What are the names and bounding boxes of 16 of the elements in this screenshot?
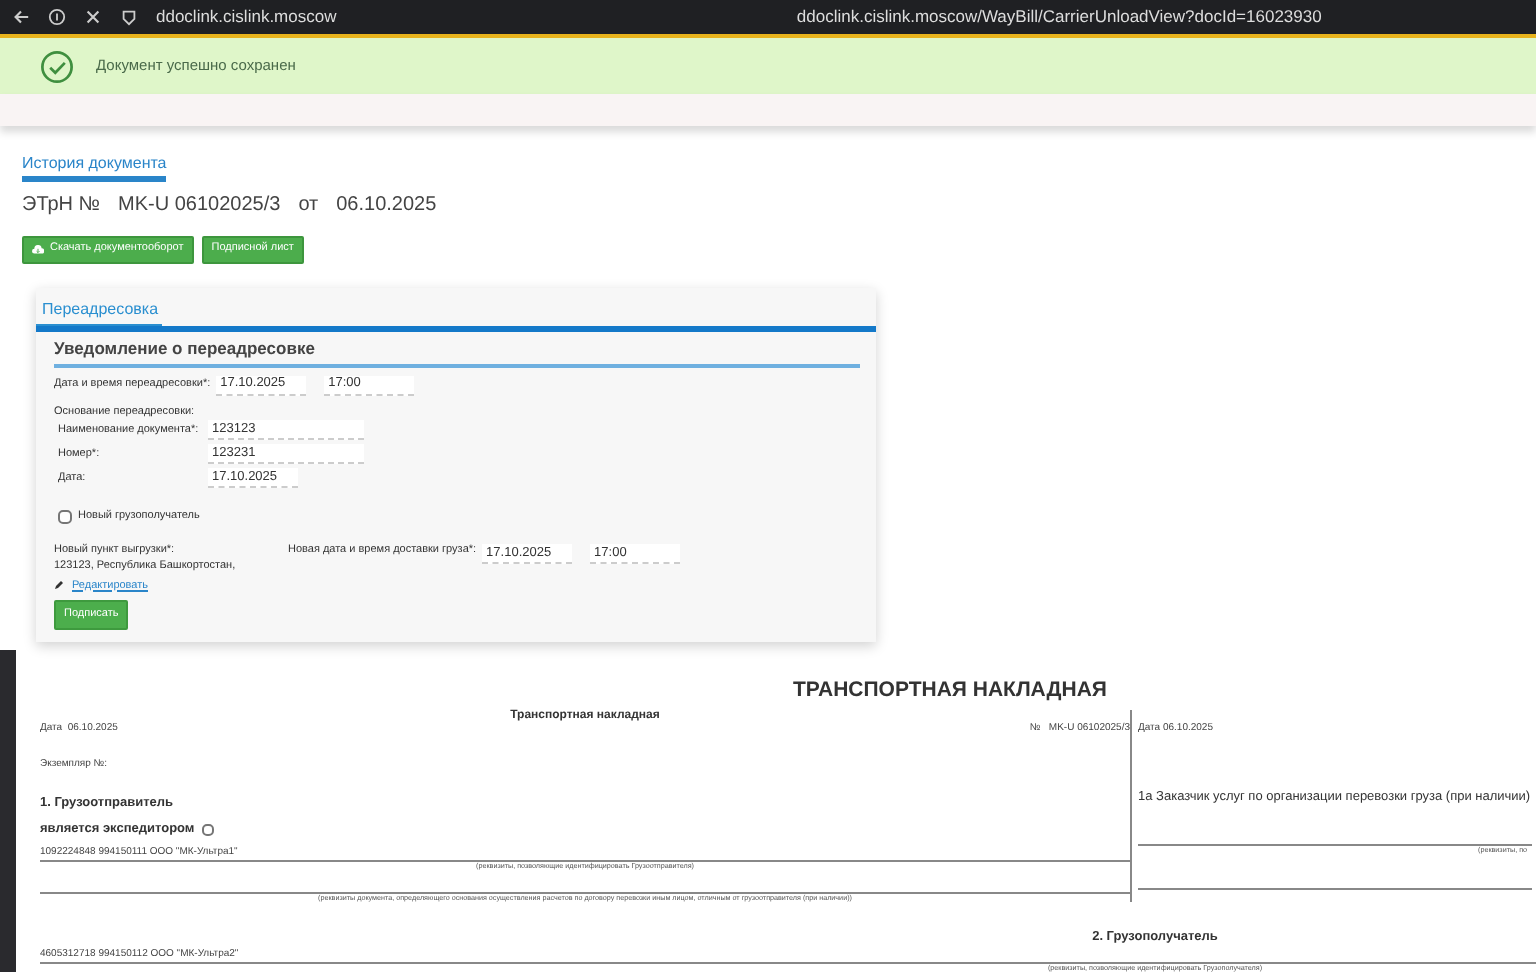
form-heading: Уведомление о переадресовке [54, 339, 860, 368]
cloud-download-icon [32, 243, 44, 256]
document-title-separator: от [298, 194, 319, 218]
history-tab[interactable]: История документа [22, 154, 167, 183]
site-host: ddoclink.cislink.moscow [156, 7, 337, 27]
new-consignee-checkbox[interactable] [58, 509, 72, 524]
page-url[interactable]: ddoclink.cislink.moscow/WayBill/CarrierUnloadView?docId=16023930 [354, 7, 1524, 27]
document-title-prefix: ЭТрН № [22, 194, 101, 218]
pencil-icon [54, 580, 64, 591]
check-circle-icon [40, 49, 74, 83]
waybill-heading: ТРАНСПОРТНАЯ НАКЛАДНАЯ [791, 676, 1109, 703]
back-icon[interactable] [12, 8, 30, 26]
document-title-date: 06.10.2025 [336, 194, 437, 218]
forwarder-checkbox[interactable] [202, 824, 215, 837]
close-icon[interactable] [84, 8, 102, 26]
document-title-number: MK-U 06102025/3 [118, 194, 281, 218]
